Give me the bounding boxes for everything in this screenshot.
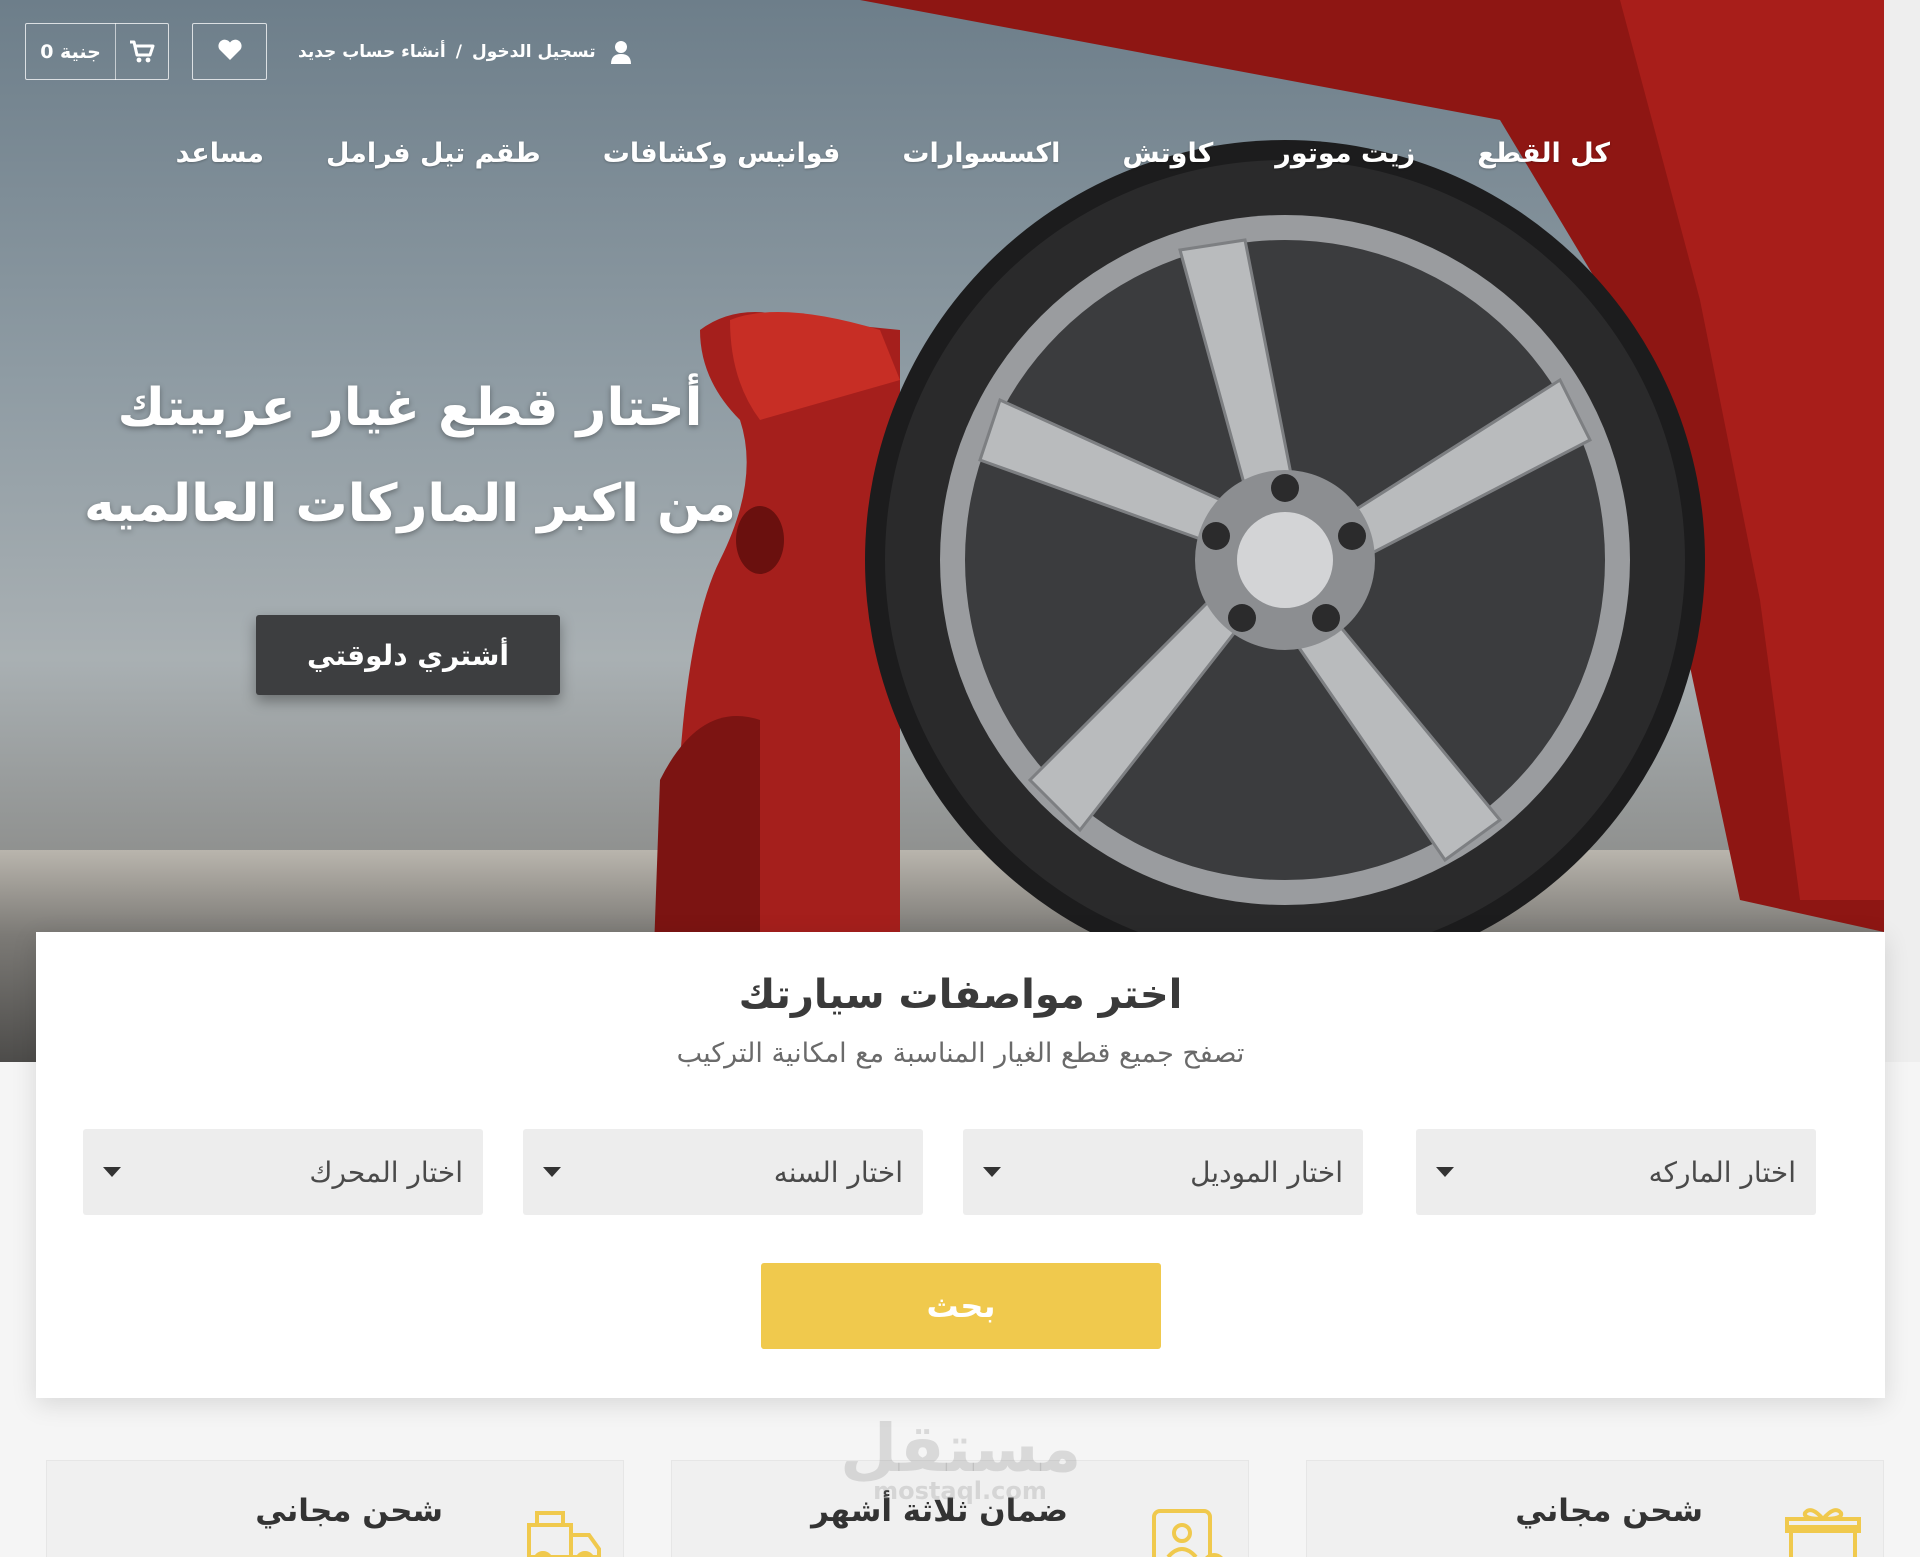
search-title: اختر مواصفات سيارتك (738, 972, 1183, 1018)
nav-item-accessories[interactable]: اكسسوارات (902, 138, 1060, 169)
nav-item-all-parts[interactable]: كل القطع (1477, 138, 1610, 169)
nav-item-shock-absorber[interactable]: مساعد (176, 138, 264, 169)
watermark: مستقل mostaql.com (840, 1410, 1082, 1505)
car-spec-search-panel: اختر مواصفات سيارتك تصفح جميع قطع الغيار… (36, 932, 1885, 1398)
feature-title: شحن مجاني (1515, 1493, 1703, 1529)
nav-item-brake-pads[interactable]: طقم تيل فرامل (326, 138, 541, 169)
login-link[interactable]: تسجيل الدخول (472, 42, 596, 62)
account-links: تسجيل الدخول / أنشاء حساب جديد (298, 38, 632, 66)
gift-free-icon (1783, 1505, 1863, 1557)
model-select[interactable]: اختار الموديل (963, 1129, 1363, 1215)
feature-card-free-shipping: شحن مجاني (1306, 1460, 1884, 1557)
search-button[interactable]: بحث (761, 1263, 1161, 1349)
hero-title: أختار قطع غيار عربيتك من اكبر الماركات ا… (40, 360, 780, 552)
chevron-down-icon (1436, 1167, 1454, 1177)
feature-title: شحن مجاني (255, 1493, 443, 1529)
brand-select-value: اختار الماركه (1648, 1155, 1796, 1189)
cart-icon (116, 40, 168, 64)
hero-title-line2: من اكبر الماركات العالميه (83, 474, 736, 534)
heart-icon (217, 39, 243, 65)
page-edge (1884, 0, 1920, 1062)
feature-card-delivery: شحن مجاني (46, 1460, 624, 1557)
chevron-down-icon (983, 1167, 1001, 1177)
link-separator: / (455, 42, 462, 62)
nav-item-motor-oil[interactable]: زيت موتور (1275, 138, 1415, 169)
engine-select[interactable]: اختار المحرك (83, 1129, 483, 1215)
chevron-down-icon (103, 1167, 121, 1177)
watermark-sub: mostaql.com (873, 1477, 1047, 1505)
nav-item-tires[interactable]: كاوتش (1122, 138, 1213, 169)
cart-button[interactable]: 0 جنية (25, 23, 169, 80)
watermark-text: مستقل (840, 1410, 1082, 1487)
engine-select-value: اختار المحرك (309, 1155, 463, 1189)
hero-banner: 0 جنية تسجيل الدخول / أنشاء حساب جديد كل… (0, 0, 1920, 1062)
wishlist-button[interactable] (192, 23, 267, 80)
nav-item-lights[interactable]: فوانيس وكشافات (603, 138, 841, 169)
register-link[interactable]: أنشاء حساب جديد (298, 42, 446, 62)
main-nav: كل القطع زيت موتور كاوتش اكسسوارات فواني… (176, 130, 1610, 176)
year-select-value: اختار السنه (773, 1155, 903, 1189)
search-subtitle: تصفح جميع قطع الغيار المناسبة مع امكانية… (676, 1038, 1245, 1069)
year-select[interactable]: اختار السنه (523, 1129, 923, 1215)
certificate-icon (1148, 1505, 1228, 1557)
chevron-down-icon (543, 1167, 561, 1177)
delivery-truck-icon (513, 1505, 603, 1557)
model-select-value: اختار الموديل (1190, 1155, 1343, 1189)
user-icon (610, 40, 632, 64)
hero-title-line1: أختار قطع غيار عربيتك (117, 378, 703, 438)
brand-select[interactable]: اختار الماركه (1416, 1129, 1816, 1215)
cart-total: 0 جنية (40, 40, 101, 63)
buy-now-button[interactable]: أشتري دلوقتي (256, 615, 560, 695)
